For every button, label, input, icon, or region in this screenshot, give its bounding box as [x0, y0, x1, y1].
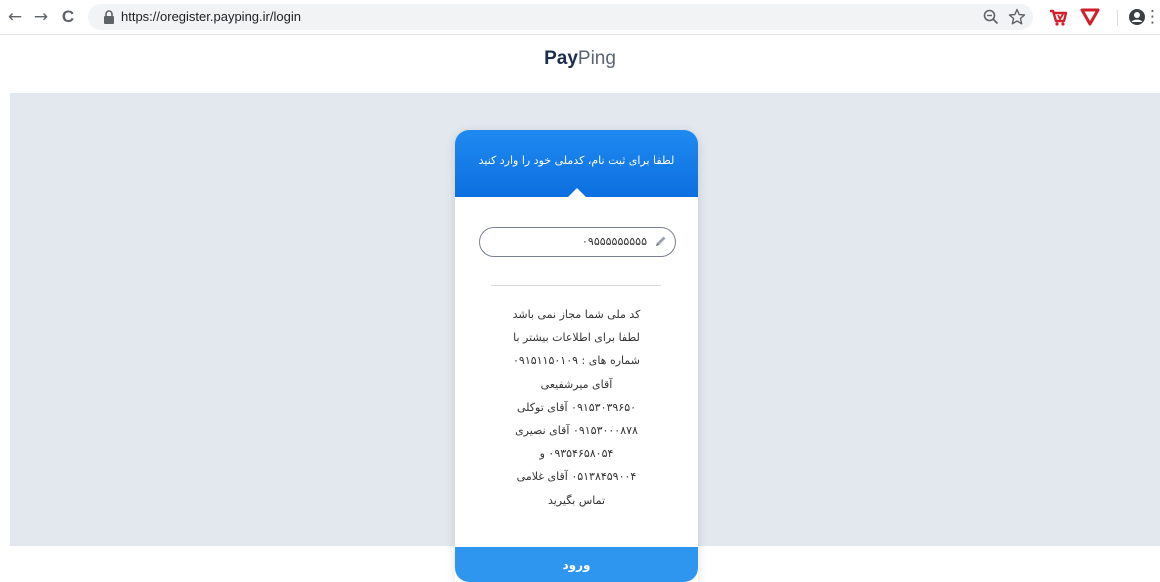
logo-bold-text: Pay: [544, 48, 578, 69]
star-icon[interactable]: [1008, 8, 1026, 26]
card-header: لطفا برای ثبت نام، کدملی خود را وارد کنی…: [455, 130, 698, 197]
national-code-field[interactable]: [479, 227, 676, 257]
toolbar-divider: [1117, 10, 1118, 26]
extension-shield-icon[interactable]: [1080, 8, 1100, 26]
logo-light-text: Ping: [577, 48, 616, 69]
message-line: آقای میرشفیعی: [540, 377, 613, 391]
menu-dots-icon[interactable]: ⋮: [1144, 6, 1160, 28]
reload-icon[interactable]: C: [57, 6, 79, 28]
error-message: کد ملی شما مجاز نمی باشد لطفا برای اطلاع…: [455, 303, 698, 512]
header-notch: [568, 188, 586, 197]
back-arrow-icon[interactable]: ←: [4, 6, 26, 28]
message-line: تماس بگیرید: [547, 493, 606, 507]
message-line: ۰۹۳۵۴۶۵۸۰۵۴ و: [539, 447, 614, 461]
pencil-icon: [656, 236, 666, 246]
extension-cart-icon[interactable]: [1048, 8, 1068, 26]
zoom-icon[interactable]: [982, 8, 1000, 26]
payping-logo[interactable]: PayPing: [0, 48, 1160, 70]
browser-toolbar: ← → C https://oregister.payping.ir/login…: [0, 0, 1160, 35]
forward-arrow-icon[interactable]: →: [30, 6, 52, 28]
message-line: کد ملی شما مجاز نمی باشد: [512, 308, 641, 321]
message-line: لطفا برای اطلاعات بیشتر با: [513, 331, 640, 345]
message-line: شماره های : ۰۹۱۵۱۱۵۰۱۰۹: [513, 354, 640, 368]
card-title: لطفا برای ثبت نام، کدملی خود را وارد کنی…: [478, 154, 675, 167]
url-text[interactable]: https://oregister.payping.ir/login: [121, 9, 301, 24]
lock-icon: [104, 10, 114, 24]
national-code-input[interactable]: [492, 231, 647, 251]
message-line: ۰۵۱۳۸۴۵۹۰۰۴ آقای غلامی: [516, 470, 637, 484]
message-line: ۰۹۱۵۳۰۳۹۶۵۰ آقای توکلی: [516, 400, 637, 414]
message-line: ۰۹۱۵۳۰۰۰۸۷۸ آقای نصیری: [515, 423, 638, 437]
login-card: لطفا برای ثبت نام، کدملی خود را وارد کنی…: [455, 130, 698, 582]
address-bar[interactable]: https://oregister.payping.ir/login: [88, 4, 1033, 30]
divider: [491, 285, 661, 286]
login-button[interactable]: ورود: [455, 547, 698, 582]
